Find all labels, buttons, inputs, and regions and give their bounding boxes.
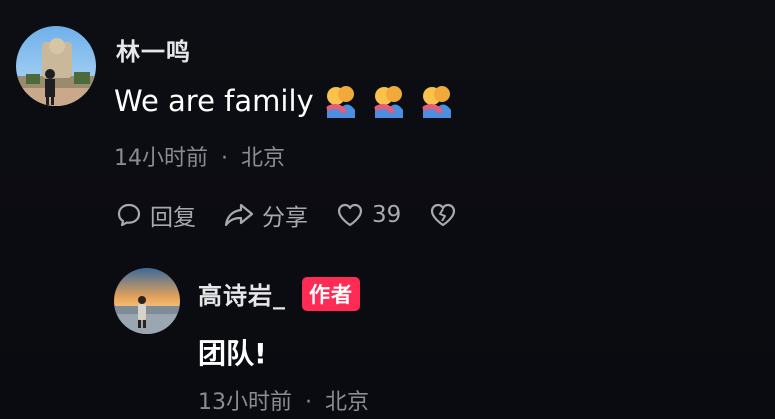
comment-author[interactable]: 林一鸣: [116, 32, 191, 67]
broken-heart-icon: [431, 203, 456, 227]
reply-label: 回复: [150, 205, 196, 231]
people-hugging-icon: [374, 86, 403, 118]
like-button[interactable]: 39: [336, 202, 401, 228]
author-badge: 作者: [302, 276, 360, 311]
meta-separator: ·: [221, 146, 228, 171]
reply-header: 高诗岩_ 作者: [198, 276, 360, 311]
reply-text: 团队!: [198, 337, 267, 370]
like-count: 39: [372, 202, 402, 228]
reply-author[interactable]: 高诗岩_: [198, 276, 286, 311]
comment-location: 北京: [241, 146, 286, 171]
reply-location: 北京: [325, 390, 370, 415]
emoji-group: [324, 84, 468, 118]
heart-icon: [337, 203, 363, 227]
comment-thread: 林一鸣 We are family 14小时前 · 北京 回复 分享 39 高诗…: [0, 0, 775, 419]
comment-time: 14小时前: [114, 146, 208, 171]
share-arrow-icon: [224, 203, 254, 227]
reply-button[interactable]: 回复: [116, 198, 196, 232]
people-hugging-icon: [326, 86, 355, 118]
comment-text: We are family: [114, 84, 468, 118]
comment-actions: 回复 分享 39: [116, 198, 493, 232]
avatar[interactable]: [16, 26, 96, 106]
share-button[interactable]: 分享: [224, 198, 308, 232]
meta-separator: ·: [305, 390, 312, 415]
share-label: 分享: [262, 205, 308, 231]
speech-bubble-icon: [117, 203, 141, 227]
people-hugging-icon: [422, 86, 451, 118]
comment-meta: 14小时前 · 北京: [114, 140, 285, 172]
comment-body: We are family: [114, 84, 314, 118]
dislike-button[interactable]: [429, 202, 465, 228]
reply-meta: 13小时前 · 北京: [198, 384, 369, 416]
reply-avatar[interactable]: [114, 268, 180, 334]
reply-time: 13小时前: [198, 390, 292, 415]
